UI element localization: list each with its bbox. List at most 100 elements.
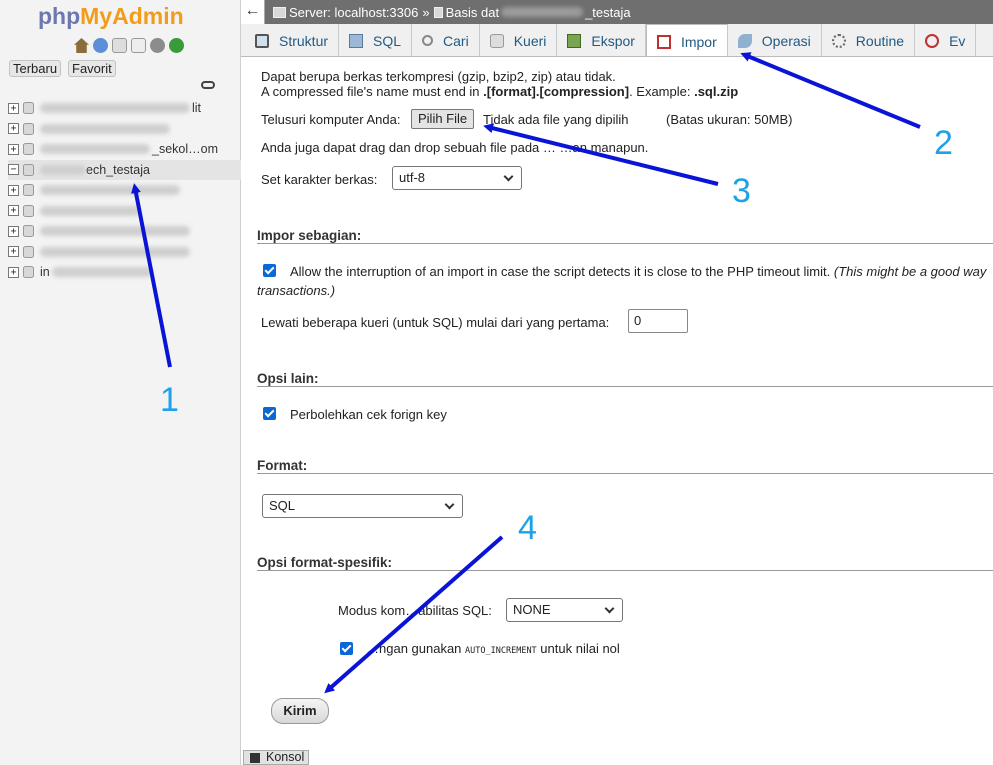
database-item[interactable]: +: [8, 180, 241, 201]
auto-increment-checkbox[interactable]: [340, 642, 353, 655]
database-icon: [23, 184, 34, 197]
filename-note: A compressed file's name must end in .[f…: [261, 84, 739, 99]
import-icon: [656, 34, 671, 49]
collapse-icon[interactable]: −: [8, 164, 19, 176]
tab-cari[interactable]: Cari: [412, 24, 480, 56]
recent-tables-button[interactable]: Terbaru: [9, 60, 62, 77]
database-item[interactable]: +: [8, 221, 241, 242]
phpmyadmin-logo[interactable]: phpMyAdmin: [38, 3, 184, 30]
tab-routine[interactable]: Routine: [822, 24, 916, 56]
section-divider: [257, 570, 993, 571]
expand-icon[interactable]: +: [8, 123, 19, 135]
redacted-text: [40, 164, 86, 175]
tab-ev[interactable]: Ev: [915, 24, 977, 56]
ops-icon: [737, 33, 752, 48]
home-icon[interactable]: [74, 38, 89, 53]
partial-import-title: Impor sebagian:: [257, 228, 362, 243]
expand-icon[interactable]: +: [8, 266, 19, 278]
database-icon: [23, 143, 34, 156]
tab-sql[interactable]: SQL: [339, 24, 413, 56]
back-arrow-icon[interactable]: ←: [241, 0, 265, 24]
server-icon: [273, 6, 286, 18]
skip-queries-input[interactable]: 0: [628, 309, 688, 333]
help-icon[interactable]: [93, 38, 108, 53]
section-divider: [257, 386, 993, 387]
choose-file-button[interactable]: Pilih File: [411, 109, 475, 129]
database-tree: + lit + + _sekol…om − ech_testaja + + + + + in: [8, 98, 241, 283]
tab-kueri[interactable]: Kueri: [480, 24, 558, 56]
redacted-text: [51, 267, 152, 278]
database-item[interactable]: − ech_testaja: [8, 159, 241, 180]
database-icon: [23, 225, 34, 238]
foreign-key-checkbox[interactable]: [263, 407, 276, 420]
favorite-tables-button[interactable]: Favorit: [68, 60, 116, 77]
database-item[interactable]: + _sekol…om: [8, 139, 241, 160]
chevron-down-icon: [444, 499, 455, 509]
documentation-icon[interactable]: [112, 38, 127, 53]
expand-icon[interactable]: +: [8, 246, 19, 258]
console-toggle[interactable]: Konsol: [243, 750, 310, 765]
redacted-text: [40, 103, 190, 114]
nav-icon-bar: [74, 38, 184, 53]
database-item[interactable]: + lit: [8, 98, 241, 119]
chevron-down-icon: [503, 171, 514, 181]
redacted-text: [501, 7, 584, 17]
sql-compat-select[interactable]: NONE: [506, 598, 623, 622]
database-icon: [23, 122, 34, 135]
sql-docs-icon[interactable]: [131, 38, 146, 53]
tab-impor[interactable]: Impor: [645, 24, 728, 56]
tab-label: Ekspor: [591, 32, 635, 49]
breadcrumb-server[interactable]: Server: localhost:3306: [289, 5, 418, 20]
expand-icon[interactable]: +: [8, 225, 19, 237]
allow-interrupt-checkbox[interactable]: [263, 264, 276, 277]
charset-label: Set karakter berkas:: [261, 172, 378, 187]
database-item[interactable]: +: [8, 242, 241, 263]
breadcrumb-database-suffix[interactable]: _testaja: [585, 5, 631, 20]
tab-label: Impor: [680, 33, 717, 50]
skip-queries-label: Lewati beberapa kueri (untuk SQL) mulai …: [261, 315, 610, 330]
database-label-suffix: lit: [192, 101, 202, 116]
max-size-text: (Batas ukuran: 50MB): [666, 112, 793, 127]
database-item[interactable]: +: [8, 119, 241, 140]
foreign-key-label: Perbolehkan cek forign key: [290, 407, 447, 422]
redacted-text: [40, 144, 150, 155]
struct-icon: [255, 33, 269, 48]
reload-icon[interactable]: [169, 38, 184, 53]
expand-icon[interactable]: +: [8, 205, 19, 217]
expand-icon[interactable]: +: [8, 143, 19, 155]
database-item[interactable]: +: [8, 201, 241, 222]
sql-compat-label: Modus kom…abilitas SQL:: [338, 603, 492, 618]
redacted-text: [40, 123, 170, 134]
database-icon: [23, 266, 34, 279]
section-divider: [257, 243, 993, 244]
expand-icon[interactable]: +: [8, 184, 19, 196]
database-icon: [23, 204, 34, 217]
redacted-text: [40, 205, 140, 216]
auto-increment-label: …ngan gunakan AUTO_INCREMENT untuk nilai…: [366, 641, 620, 656]
settings-gear-icon[interactable]: [150, 38, 165, 53]
database-item[interactable]: + in: [8, 262, 241, 283]
expand-icon[interactable]: +: [8, 102, 19, 114]
annotation-number-4: 4: [518, 509, 537, 547]
sql-icon: [349, 33, 364, 48]
tab-operasi[interactable]: Operasi: [728, 24, 822, 56]
other-options-title: Opsi lain:: [257, 371, 319, 386]
database-label-suffix: _sekol…om: [152, 142, 218, 157]
tab-struktur[interactable]: Struktur: [245, 24, 340, 56]
database-label: in: [40, 265, 50, 280]
link-with-main-panel-icon[interactable]: [201, 81, 215, 89]
section-divider: [257, 473, 993, 474]
database-icon: [23, 163, 34, 176]
annotation-number-3: 3: [732, 172, 751, 210]
tab-ekspor[interactable]: Ekspor: [557, 24, 646, 56]
database-label: ech_testaja: [86, 162, 150, 177]
redacted-text: [40, 185, 180, 196]
charset-select[interactable]: utf-8: [392, 166, 522, 190]
submit-button[interactable]: Kirim: [271, 698, 329, 724]
breadcrumb-database-prefix[interactable]: Basis dat: [446, 5, 499, 20]
event-icon: [925, 33, 940, 48]
format-title: Format:: [257, 458, 308, 473]
format-select[interactable]: SQL: [262, 494, 463, 518]
redacted-text: [40, 226, 190, 237]
navigation-panel: phpMyAdmin Terbaru Favorit + lit + + _sekol……: [0, 0, 241, 765]
